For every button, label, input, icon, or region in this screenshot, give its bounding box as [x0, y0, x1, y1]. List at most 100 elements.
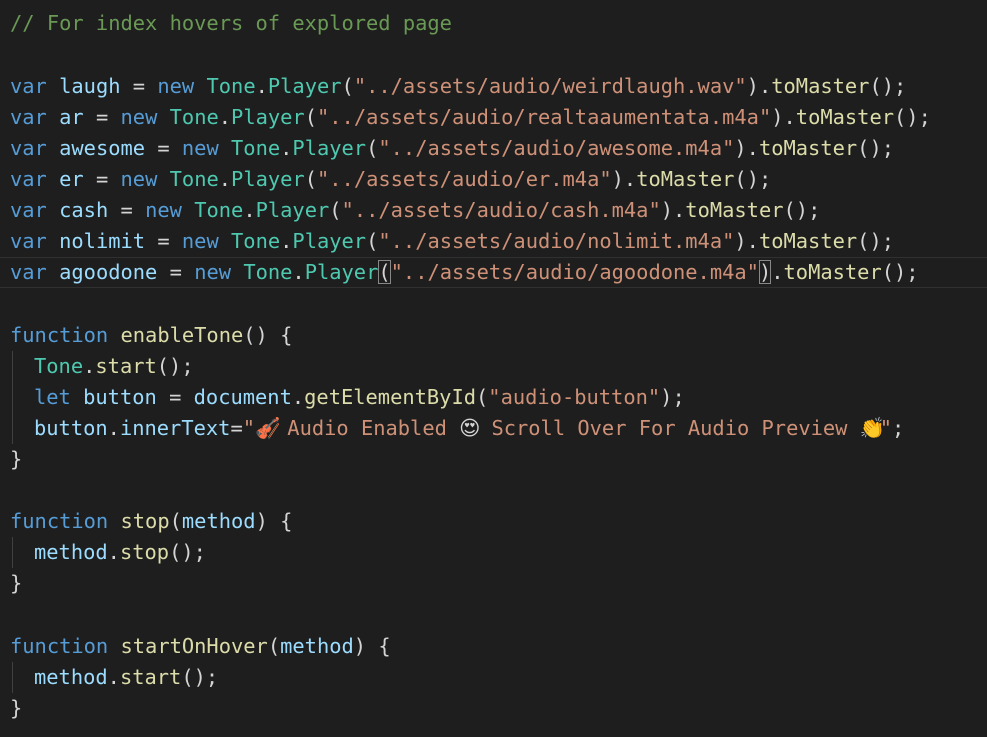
keyword-new: new [181, 229, 219, 253]
string-text: Audio Enabled [275, 416, 460, 440]
method-to-master: toMaster [758, 136, 858, 160]
code-line-player-er: var er = new Tone.Player("../assets/audi… [10, 167, 772, 191]
code-line-close-brace: } [10, 696, 23, 720]
method-stop: stop [119, 540, 170, 564]
code-line-method-start: method.start(); [34, 665, 219, 689]
keyword-new: new [120, 167, 158, 191]
keyword-new: new [145, 198, 182, 222]
heart-eyes-icon: 😍 [459, 416, 481, 440]
variable-document: document [193, 385, 292, 409]
property-inner-text: innerText [119, 416, 231, 440]
keyword-var: var [10, 198, 47, 222]
keyword-let: let [34, 385, 71, 409]
keyword-function: function [10, 323, 109, 347]
comment-text: // For index hovers of explored page [10, 11, 452, 35]
code-line-player-ar: var ar = new Tone.Player("../assets/audi… [10, 105, 931, 129]
class-player: Player [231, 167, 305, 191]
class-player: Player [304, 260, 379, 284]
method-to-master: toMaster [636, 167, 735, 191]
variable-name: cash [59, 198, 109, 222]
clap-icon: 👏 [859, 416, 886, 440]
keyword-var: var [10, 74, 47, 98]
code-line-inner-text: button.innerText="🎻 Audio Enabled 😍 Scro… [34, 413, 904, 444]
file-path-string: "../assets/audio/er.m4a" [317, 167, 612, 191]
class-tone: Tone [169, 167, 219, 191]
file-path-string: "../assets/audio/realtaaumentata.m4a" [317, 105, 772, 129]
class-player: Player [267, 74, 342, 98]
string-quote-close: " [879, 416, 893, 440]
code-line-enable-tone-decl: function enableTone() { [10, 323, 293, 347]
code-line-method-stop: method.stop(); [34, 540, 206, 564]
class-tone: Tone [206, 74, 256, 98]
string-text: Scroll Over For Audio Preview [479, 416, 860, 440]
method-to-master: toMaster [685, 198, 784, 222]
file-path-string: "../assets/audio/awesome.m4a" [378, 136, 735, 160]
indent-guide [12, 662, 13, 693]
method-to-master: toMaster [783, 260, 882, 284]
violin-icon: 🎻 [255, 416, 281, 440]
code-line-player-laugh: var laugh = new Tone.Player("../assets/a… [10, 74, 907, 98]
method-start: start [119, 665, 182, 689]
code-line-start-on-hover-decl: function startOnHover(method) { [10, 634, 391, 658]
method-start: start [95, 354, 157, 378]
class-tone: Tone [231, 136, 281, 160]
parameter-name: method [34, 665, 108, 689]
code-line-player-cash: var cash = new Tone.Player("../assets/au… [10, 198, 821, 222]
variable-name: button [34, 416, 108, 440]
class-player: Player [292, 229, 367, 253]
keyword-var: var [10, 167, 47, 191]
file-path-string: "../assets/audio/nolimit.m4a" [378, 229, 735, 253]
variable-name: laugh [59, 74, 121, 98]
keyword-var: var [10, 260, 47, 284]
keyword-new: new [157, 74, 195, 98]
keyword-var: var [10, 229, 47, 253]
element-id-string: "audio-button" [488, 385, 661, 409]
file-path-string: "../assets/audio/weirdlaugh.wav" [353, 74, 747, 98]
method-to-master: toMaster [795, 105, 895, 129]
keyword-var: var [10, 105, 47, 129]
variable-name: button [83, 385, 157, 409]
bracket-match-open: ( [378, 260, 391, 284]
code-line-close-brace: } [10, 447, 23, 471]
function-name: startOnHover [120, 634, 268, 658]
parameter-name: method [34, 540, 108, 564]
function-name: enableTone [120, 323, 244, 347]
code-line-player-nolimit: var nolimit = new Tone.Player("../assets… [10, 229, 895, 253]
variable-name: awesome [59, 136, 146, 160]
class-tone: Tone [243, 260, 293, 284]
keyword-var: var [10, 136, 47, 160]
class-tone: Tone [194, 198, 244, 222]
code-line-let-button: let button = document.getElementById("au… [34, 385, 685, 409]
class-player: Player [255, 198, 330, 222]
variable-name: ar [59, 105, 84, 129]
code-line-player-awesome: var awesome = new Tone.Player("../assets… [10, 136, 895, 160]
variable-name: nolimit [59, 229, 146, 253]
keyword-new: new [194, 260, 232, 284]
keyword-function: function [10, 634, 109, 658]
class-tone: Tone [231, 229, 281, 253]
variable-name: er [59, 167, 84, 191]
function-name: stop [120, 509, 170, 533]
method-to-master: toMaster [771, 74, 870, 98]
code-editor[interactable]: // For index hovers of explored page var… [0, 0, 987, 737]
method-to-master: toMaster [758, 229, 858, 253]
class-tone: Tone [34, 354, 84, 378]
bracket-match-close: ) [758, 260, 772, 284]
keyword-new: new [120, 105, 158, 129]
file-path-string: "../assets/audio/cash.m4a" [341, 198, 661, 222]
keyword-function: function [10, 509, 109, 533]
code-line-stop-decl: function stop(method) { [10, 509, 293, 533]
class-tone: Tone [169, 105, 219, 129]
variable-name: agoodone [59, 260, 158, 284]
indent-guide [12, 537, 13, 568]
code-line-tone-start: Tone.start(); [34, 354, 194, 378]
class-player: Player [231, 105, 305, 129]
indent-guide [12, 351, 13, 444]
code-line-close-brace: } [10, 571, 23, 595]
code-line-comment: // For index hovers of explored page [10, 8, 452, 39]
parameter-name: method [280, 634, 354, 658]
code-line-player-agoodone[interactable]: var agoodone = new Tone.Player("../asset… [0, 257, 987, 288]
parameter-name: method [181, 509, 256, 533]
keyword-new: new [181, 136, 219, 160]
string-quote-open: " [242, 416, 256, 440]
